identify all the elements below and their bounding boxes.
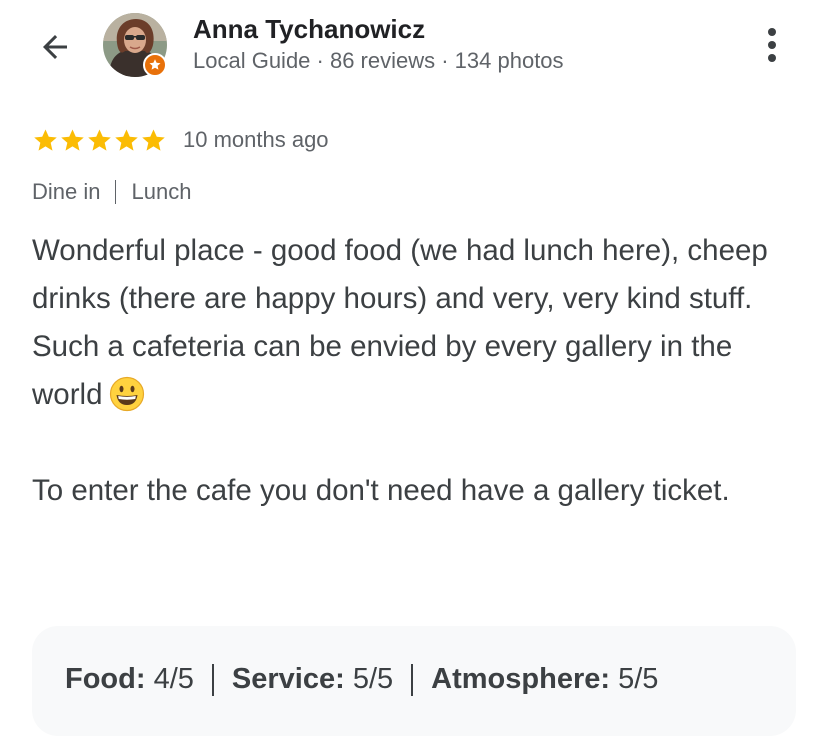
- author-avatar-container: [103, 13, 169, 79]
- more-vert-icon: [768, 28, 776, 62]
- star-icon: [61, 128, 84, 151]
- food-value: 4/5: [153, 663, 194, 695]
- service-label: Service:: [231, 663, 345, 695]
- star-rating: [32, 127, 167, 154]
- review-paragraph: To enter the cafe you don't need have a …: [32, 474, 730, 507]
- tag-lunch: Lunch: [131, 179, 192, 204]
- rating-row: 10 months ago: [32, 124, 329, 156]
- author-name[interactable]: Anna Tychanowicz: [193, 14, 425, 45]
- star-icon: [34, 128, 57, 151]
- rating-divider: [211, 663, 214, 696]
- review-text: Wonderful place - good food (we had lunc…: [32, 227, 807, 515]
- star-icon: [115, 128, 138, 151]
- more-options-button[interactable]: [752, 22, 792, 68]
- arrow-back-icon: [43, 35, 67, 59]
- atmosphere-value: 5/5: [618, 663, 659, 695]
- back-button[interactable]: [32, 24, 78, 70]
- tag-divider: [115, 180, 117, 204]
- review-time: 10 months ago: [183, 127, 329, 152]
- atmosphere-label: Atmosphere:: [431, 663, 611, 695]
- sub-ratings: Food: 4/5 Service: 5/5 Atmosphere: 5/5: [65, 663, 658, 696]
- visit-tags: Dine in Lunch: [32, 179, 191, 205]
- service-value: 5/5: [352, 663, 394, 695]
- review-header: Anna Tychanowicz Local Guide · 86 review…: [0, 0, 828, 100]
- tag-dine-in: Dine in: [32, 179, 101, 204]
- food-label: Food:: [65, 663, 146, 695]
- review-blank-line: [32, 419, 807, 467]
- star-icon: [88, 128, 111, 151]
- grinning-face-emoji: [109, 376, 144, 412]
- author-meta: Local Guide · 86 reviews · 134 photos: [193, 48, 564, 73]
- sub-ratings-box: Food: 4/5 Service: 5/5 Atmosphere: 5/5: [32, 626, 796, 736]
- review-paragraph: Wonderful place - good food (we had lunc…: [32, 234, 768, 315]
- review-paragraph: Such a cafeteria can be envied by every …: [32, 323, 807, 419]
- rating-divider: [411, 663, 414, 696]
- star-icon: [142, 128, 165, 151]
- local-guide-star-icon: [143, 53, 167, 77]
